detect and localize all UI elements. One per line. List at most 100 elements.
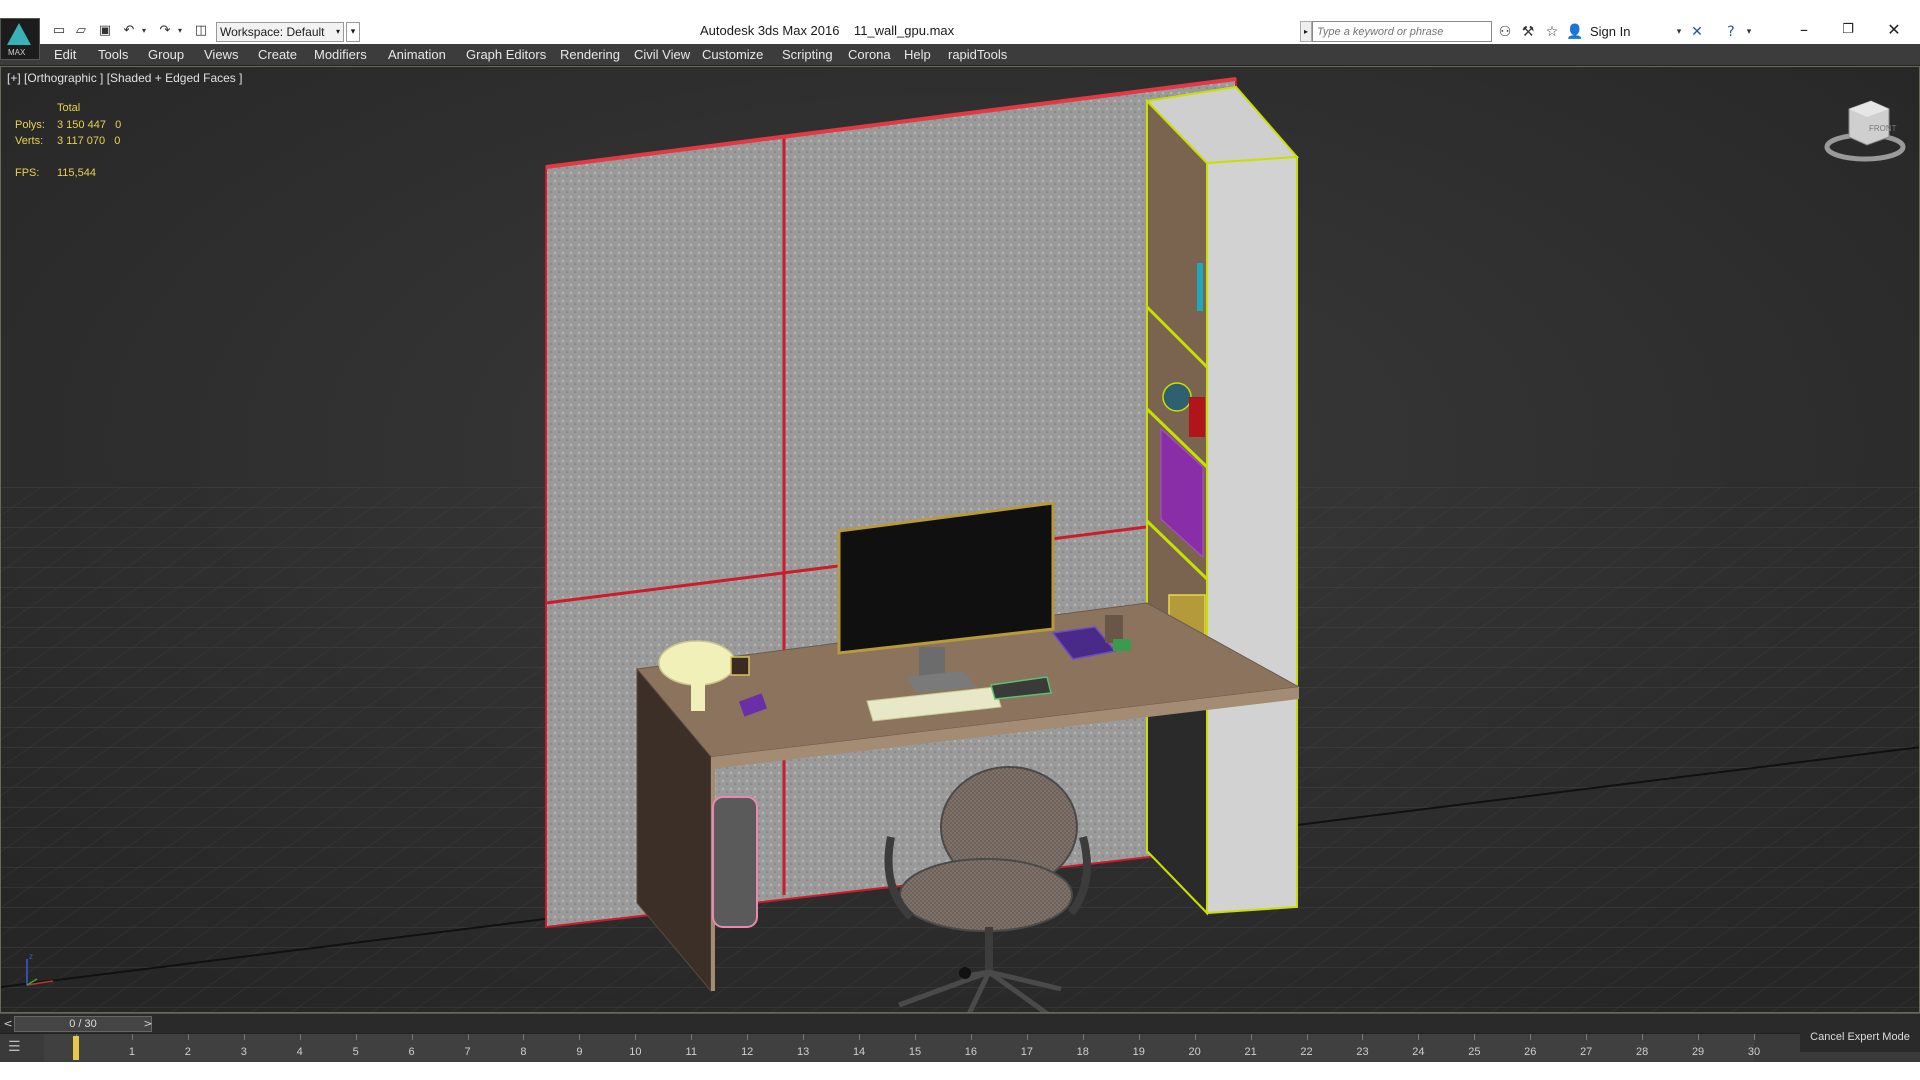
app-menu-button[interactable]: MAX bbox=[0, 18, 40, 60]
menu-animation[interactable]: Animation bbox=[388, 47, 446, 62]
user-icon: 👤 bbox=[1566, 24, 1584, 40]
chair-caster bbox=[959, 967, 971, 979]
desk-lamp-stem bbox=[691, 671, 705, 711]
status-bar bbox=[0, 1062, 1920, 1080]
minimize-icon[interactable]: – bbox=[1782, 18, 1826, 42]
chevron-down-icon[interactable]: ▾ bbox=[1670, 23, 1688, 41]
chair-post bbox=[985, 927, 993, 975]
scene-canvas[interactable] bbox=[1, 67, 1920, 1013]
help-icon[interactable]: ? bbox=[1722, 23, 1740, 41]
menu-create[interactable]: Create bbox=[258, 47, 297, 62]
redo-icon[interactable]: ↷ bbox=[156, 23, 174, 39]
trackbar-tick-label: 28 bbox=[1636, 1046, 1649, 1058]
title-bar: MAX ▭ ▱ ▣ ↶ ▾ ↷ ▾ ◫ Workspace: Default ▾… bbox=[0, 0, 1920, 60]
open-file-icon[interactable]: ▱ bbox=[72, 23, 90, 39]
trackbar-tick-label: 15 bbox=[908, 1046, 922, 1058]
trackbar-tick bbox=[915, 1034, 916, 1040]
menu-modifiers[interactable]: Modifiers bbox=[314, 47, 367, 62]
time-slider[interactable]: < 0 / 30 > bbox=[0, 1013, 1920, 1033]
trackbar-tick-label: 27 bbox=[1580, 1046, 1593, 1058]
trackbar-tick-label: 29 bbox=[1691, 1046, 1705, 1058]
redo-dropdown-icon[interactable]: ▾ bbox=[176, 23, 184, 39]
window-title: Autodesk 3ds Max 2016 11_wall_gpu.max bbox=[700, 23, 955, 38]
trackbar-tick-label: 20 bbox=[1188, 1046, 1201, 1058]
sign-in-button[interactable]: Sign In bbox=[1590, 24, 1630, 39]
search-expand-button[interactable]: ▸ bbox=[1300, 21, 1312, 42]
next-frame-button[interactable]: > bbox=[142, 1016, 154, 1032]
trackbar-tick-label: 30 bbox=[1747, 1046, 1761, 1058]
new-file-icon[interactable]: ▭ bbox=[50, 23, 68, 39]
tools-icon[interactable]: ⚒ bbox=[1519, 23, 1537, 41]
trackbar-tick bbox=[635, 1034, 637, 1040]
binoculars-icon[interactable]: ⚇ bbox=[1496, 23, 1514, 41]
trackbar-tick-label: 14 bbox=[852, 1046, 866, 1058]
trackbar-tick bbox=[355, 1034, 357, 1040]
undo-dropdown-icon[interactable]: ▾ bbox=[140, 23, 148, 39]
previous-frame-button[interactable]: < bbox=[2, 1016, 14, 1032]
trackbar-tick bbox=[1138, 1034, 1140, 1040]
menu-graph-editors[interactable]: Graph Editors bbox=[466, 47, 546, 62]
menu-customize[interactable]: Customize bbox=[702, 47, 763, 62]
trackbar-tick-label: 6 bbox=[408, 1046, 415, 1058]
trackbar-tick-label: 24 bbox=[1412, 1046, 1425, 1058]
trackbar-tick bbox=[299, 1034, 301, 1040]
trackbar-tick-label: 16 bbox=[964, 1046, 978, 1058]
menu-edit[interactable]: Edit bbox=[54, 47, 76, 62]
book-teal bbox=[1197, 263, 1203, 311]
trackbar-tick-label: 1 bbox=[128, 1046, 135, 1058]
trackbar-tick bbox=[1418, 1034, 1420, 1040]
chair-seat bbox=[899, 858, 1073, 932]
trackbar-tick-label: 8 bbox=[520, 1046, 527, 1058]
trackbar-tick-label: 25 bbox=[1468, 1046, 1481, 1058]
trackbar-tick bbox=[859, 1034, 861, 1040]
time-cursor[interactable] bbox=[73, 1036, 79, 1060]
menu-group[interactable]: Group bbox=[148, 47, 184, 62]
trackbar-tick bbox=[1026, 1034, 1028, 1040]
menu-scripting[interactable]: Scripting bbox=[782, 47, 833, 62]
curve-editor-icon[interactable]: ☰ bbox=[8, 1039, 34, 1059]
x-exchange-icon[interactable]: ✕ bbox=[1688, 23, 1706, 41]
stats-fps-value: 115,544 bbox=[57, 167, 96, 179]
stats-total-label: Total bbox=[57, 102, 81, 114]
close-icon[interactable]: ✕ bbox=[1872, 18, 1916, 42]
stats-polys-value: 3 150 447 0 bbox=[57, 119, 122, 131]
search-input[interactable] bbox=[1312, 21, 1492, 42]
small-plant bbox=[1113, 639, 1131, 651]
track-ruler[interactable]: 0123456789101112131415161718192021222324… bbox=[44, 1034, 1760, 1063]
star-icon[interactable]: ☆ bbox=[1543, 23, 1561, 41]
undo-icon[interactable]: ↶ bbox=[120, 23, 138, 39]
viewcube-icon[interactable]: FRONT bbox=[1819, 97, 1909, 167]
trackbar-tick bbox=[1362, 1034, 1364, 1040]
trackbar-tick bbox=[1194, 1034, 1196, 1040]
help-dropdown-icon[interactable]: ▾ bbox=[1740, 23, 1758, 41]
trackbar-tick-label: 21 bbox=[1244, 1046, 1257, 1058]
restore-icon[interactable]: ❐ bbox=[1826, 18, 1870, 42]
trackbar-tick bbox=[243, 1034, 245, 1040]
stats-fps-label: FPS: bbox=[15, 167, 40, 179]
viewcube-face-label: FRONT bbox=[1869, 124, 1897, 133]
menu-rendering[interactable]: Rendering bbox=[560, 47, 620, 62]
workspace-value: Workspace: Default bbox=[220, 25, 325, 39]
cancel-expert-mode-button[interactable]: Cancel Expert Mode bbox=[1800, 1022, 1920, 1052]
trackbar-tick-label: 3 bbox=[240, 1046, 247, 1058]
menu-help[interactable]: Help bbox=[904, 47, 931, 62]
menu-views[interactable]: Views bbox=[204, 47, 238, 62]
perspective-viewport[interactable]: [+] [Orthographic ] [Shaded + Edged Face… bbox=[0, 66, 1920, 1013]
time-slider-thumb[interactable]: 0 / 30 bbox=[14, 1016, 152, 1032]
save-icon[interactable]: ▣ bbox=[96, 23, 114, 39]
menu-tools[interactable]: Tools bbox=[98, 47, 128, 62]
app-logo-icon bbox=[7, 23, 31, 45]
project-icon[interactable]: ◫ bbox=[192, 23, 210, 39]
quick-access-menu-button[interactable]: ▾ bbox=[346, 22, 360, 42]
clock-object bbox=[1162, 382, 1192, 412]
trackbar-tick-label: 4 bbox=[296, 1046, 303, 1058]
viewport-label[interactable]: [+] [Orthographic ] [Shaded + Edged Face… bbox=[7, 71, 242, 85]
trackbar-tick-label: 5 bbox=[352, 1046, 359, 1058]
menu-corona[interactable]: Corona bbox=[848, 47, 891, 62]
trackbar-tick-label: 9 bbox=[576, 1046, 583, 1058]
workspace-dropdown[interactable]: Workspace: Default ▾ bbox=[216, 22, 344, 42]
menu-civil-view[interactable]: Civil View bbox=[634, 47, 690, 62]
menu-rapidtools[interactable]: rapidTools bbox=[948, 47, 1007, 62]
chevron-down-icon: ▾ bbox=[335, 27, 340, 36]
red-box-object bbox=[1189, 397, 1205, 437]
